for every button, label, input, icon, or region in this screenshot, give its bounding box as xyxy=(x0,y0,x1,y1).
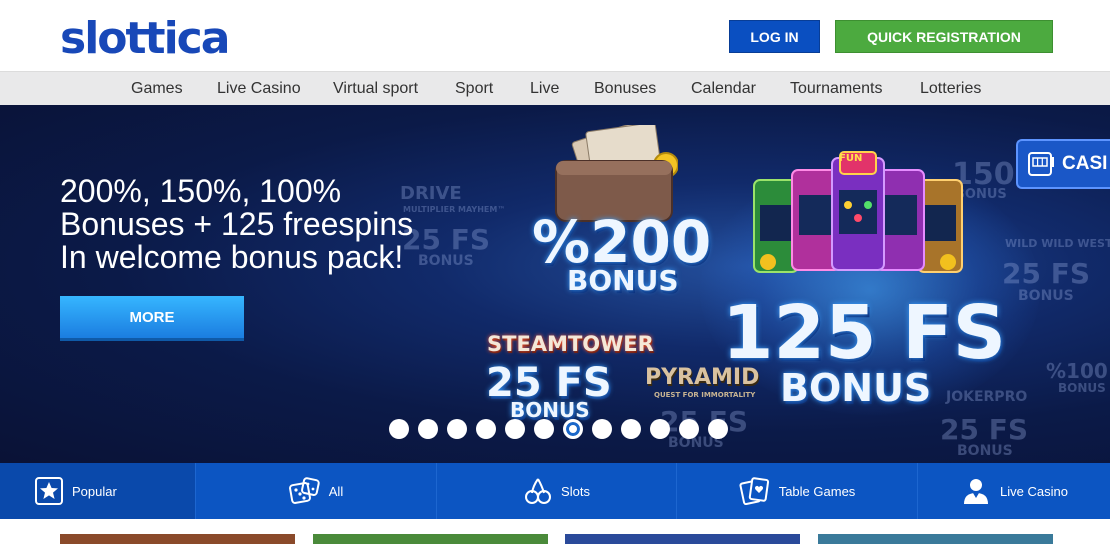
ghost-joker-title: JOKERPRO xyxy=(946,389,1028,405)
category-popular[interactable]: Popular xyxy=(0,463,196,519)
hero-title-line: In welcome bonus pack! xyxy=(60,239,404,275)
slider-dot[interactable] xyxy=(476,419,496,439)
more-button[interactable]: MORE xyxy=(60,296,244,341)
ghost-drive-label: BONUS xyxy=(418,253,474,269)
nav-item-calendar[interactable]: Calendar xyxy=(691,72,756,106)
ghost-wild-label: BONUS xyxy=(1018,288,1074,304)
dice-icon xyxy=(288,477,320,504)
slider-dot-active[interactable] xyxy=(563,419,583,439)
cherries-icon xyxy=(525,478,552,504)
ghost-joker-label: BONUS xyxy=(957,443,1013,459)
ghost-joker-value: 25 FS xyxy=(940,413,1029,446)
slot-machine-icon xyxy=(753,151,963,273)
category-bar: Popular All Slots Table Games Live Casin… xyxy=(0,463,1110,519)
cards-icon xyxy=(739,477,769,506)
slider-dot[interactable] xyxy=(708,419,728,439)
nav-item-live[interactable]: Live xyxy=(530,72,559,106)
slider-dot[interactable] xyxy=(418,419,438,439)
hero-banner[interactable]: DRIVE MULTIPLIER MAYHEM™ 25 FS BONUS WIL… xyxy=(0,105,1110,463)
category-label: Live Casino xyxy=(1000,483,1068,499)
game-thumbnail[interactable] xyxy=(313,534,548,544)
nav-item-tournaments[interactable]: Tournaments xyxy=(790,72,883,106)
slider-dot[interactable] xyxy=(447,419,467,439)
ghost-100-value: %100 xyxy=(1046,359,1108,383)
dealer-icon xyxy=(964,479,989,504)
nav-item-bonuses[interactable]: Bonuses xyxy=(594,72,656,106)
category-label: All xyxy=(328,483,344,499)
login-button[interactable]: LOG IN xyxy=(729,20,820,53)
category-slots[interactable]: Slots xyxy=(437,463,677,519)
hero-title: 200%, 150%, 100% Bonuses + 125 freespins… xyxy=(60,175,420,274)
nav-item-virtual-sport[interactable]: Virtual sport xyxy=(333,72,418,106)
slider-dot[interactable] xyxy=(592,419,612,439)
category-table-games[interactable]: Table Games xyxy=(677,463,918,519)
quick-registration-button[interactable]: QUICK REGISTRATION xyxy=(835,20,1053,53)
slider-dot[interactable] xyxy=(505,419,525,439)
category-label: Slots xyxy=(561,483,590,499)
casino-tab-label: CASI xyxy=(1062,153,1108,174)
promo-125-label: BONUS xyxy=(780,366,932,410)
steamtower-title: STEAMTOWER xyxy=(487,332,654,356)
slider-dot[interactable] xyxy=(534,419,554,439)
pyramid-subtitle: QUEST FOR IMMORTALITY xyxy=(654,391,756,399)
casino-side-tab[interactable]: CASI xyxy=(1016,139,1110,189)
category-label: Popular xyxy=(72,483,117,499)
pyramid-title: PYRAMID xyxy=(645,365,760,390)
main-nav: Games Live Casino Virtual sport Sport Li… xyxy=(0,71,1110,105)
slider-dot[interactable] xyxy=(621,419,641,439)
slottica-logo[interactable]: slottica xyxy=(60,14,230,64)
ghost-wild-title: WILD WILD WEST xyxy=(1005,237,1110,250)
star-icon xyxy=(35,477,63,505)
category-all[interactable]: All xyxy=(196,463,437,519)
game-thumbnail[interactable] xyxy=(60,534,295,544)
ghost-100-label: BONUS xyxy=(1058,381,1106,395)
slider-dot[interactable] xyxy=(650,419,670,439)
nav-item-sport[interactable]: Sport xyxy=(455,72,493,106)
slider-dot[interactable] xyxy=(679,419,699,439)
hero-title-line: 200%, 150%, 100% xyxy=(60,173,342,209)
category-live-casino[interactable]: Live Casino xyxy=(918,463,1110,519)
machine-sign: FUN xyxy=(839,153,863,164)
category-label: Table Games xyxy=(778,483,856,499)
promo-125-value: 125 FS xyxy=(722,290,1007,376)
hero-title-line: Bonuses + 125 freespins xyxy=(60,206,414,242)
promo-200-label: BONUS xyxy=(567,264,679,297)
site-header: slottica LOG IN QUICK REGISTRATION xyxy=(0,0,1110,71)
slider-dots xyxy=(389,419,728,439)
slot-machine-tab-icon xyxy=(1028,152,1054,176)
game-thumbnail[interactable] xyxy=(565,534,800,544)
game-thumbnail[interactable] xyxy=(818,534,1053,544)
slider-dot[interactable] xyxy=(389,419,409,439)
nav-item-lotteries[interactable]: Lotteries xyxy=(920,72,981,106)
ghost-wild-value: 25 FS xyxy=(1002,257,1091,290)
nav-item-games[interactable]: Games xyxy=(131,72,183,106)
nav-item-live-casino[interactable]: Live Casino xyxy=(217,72,301,106)
